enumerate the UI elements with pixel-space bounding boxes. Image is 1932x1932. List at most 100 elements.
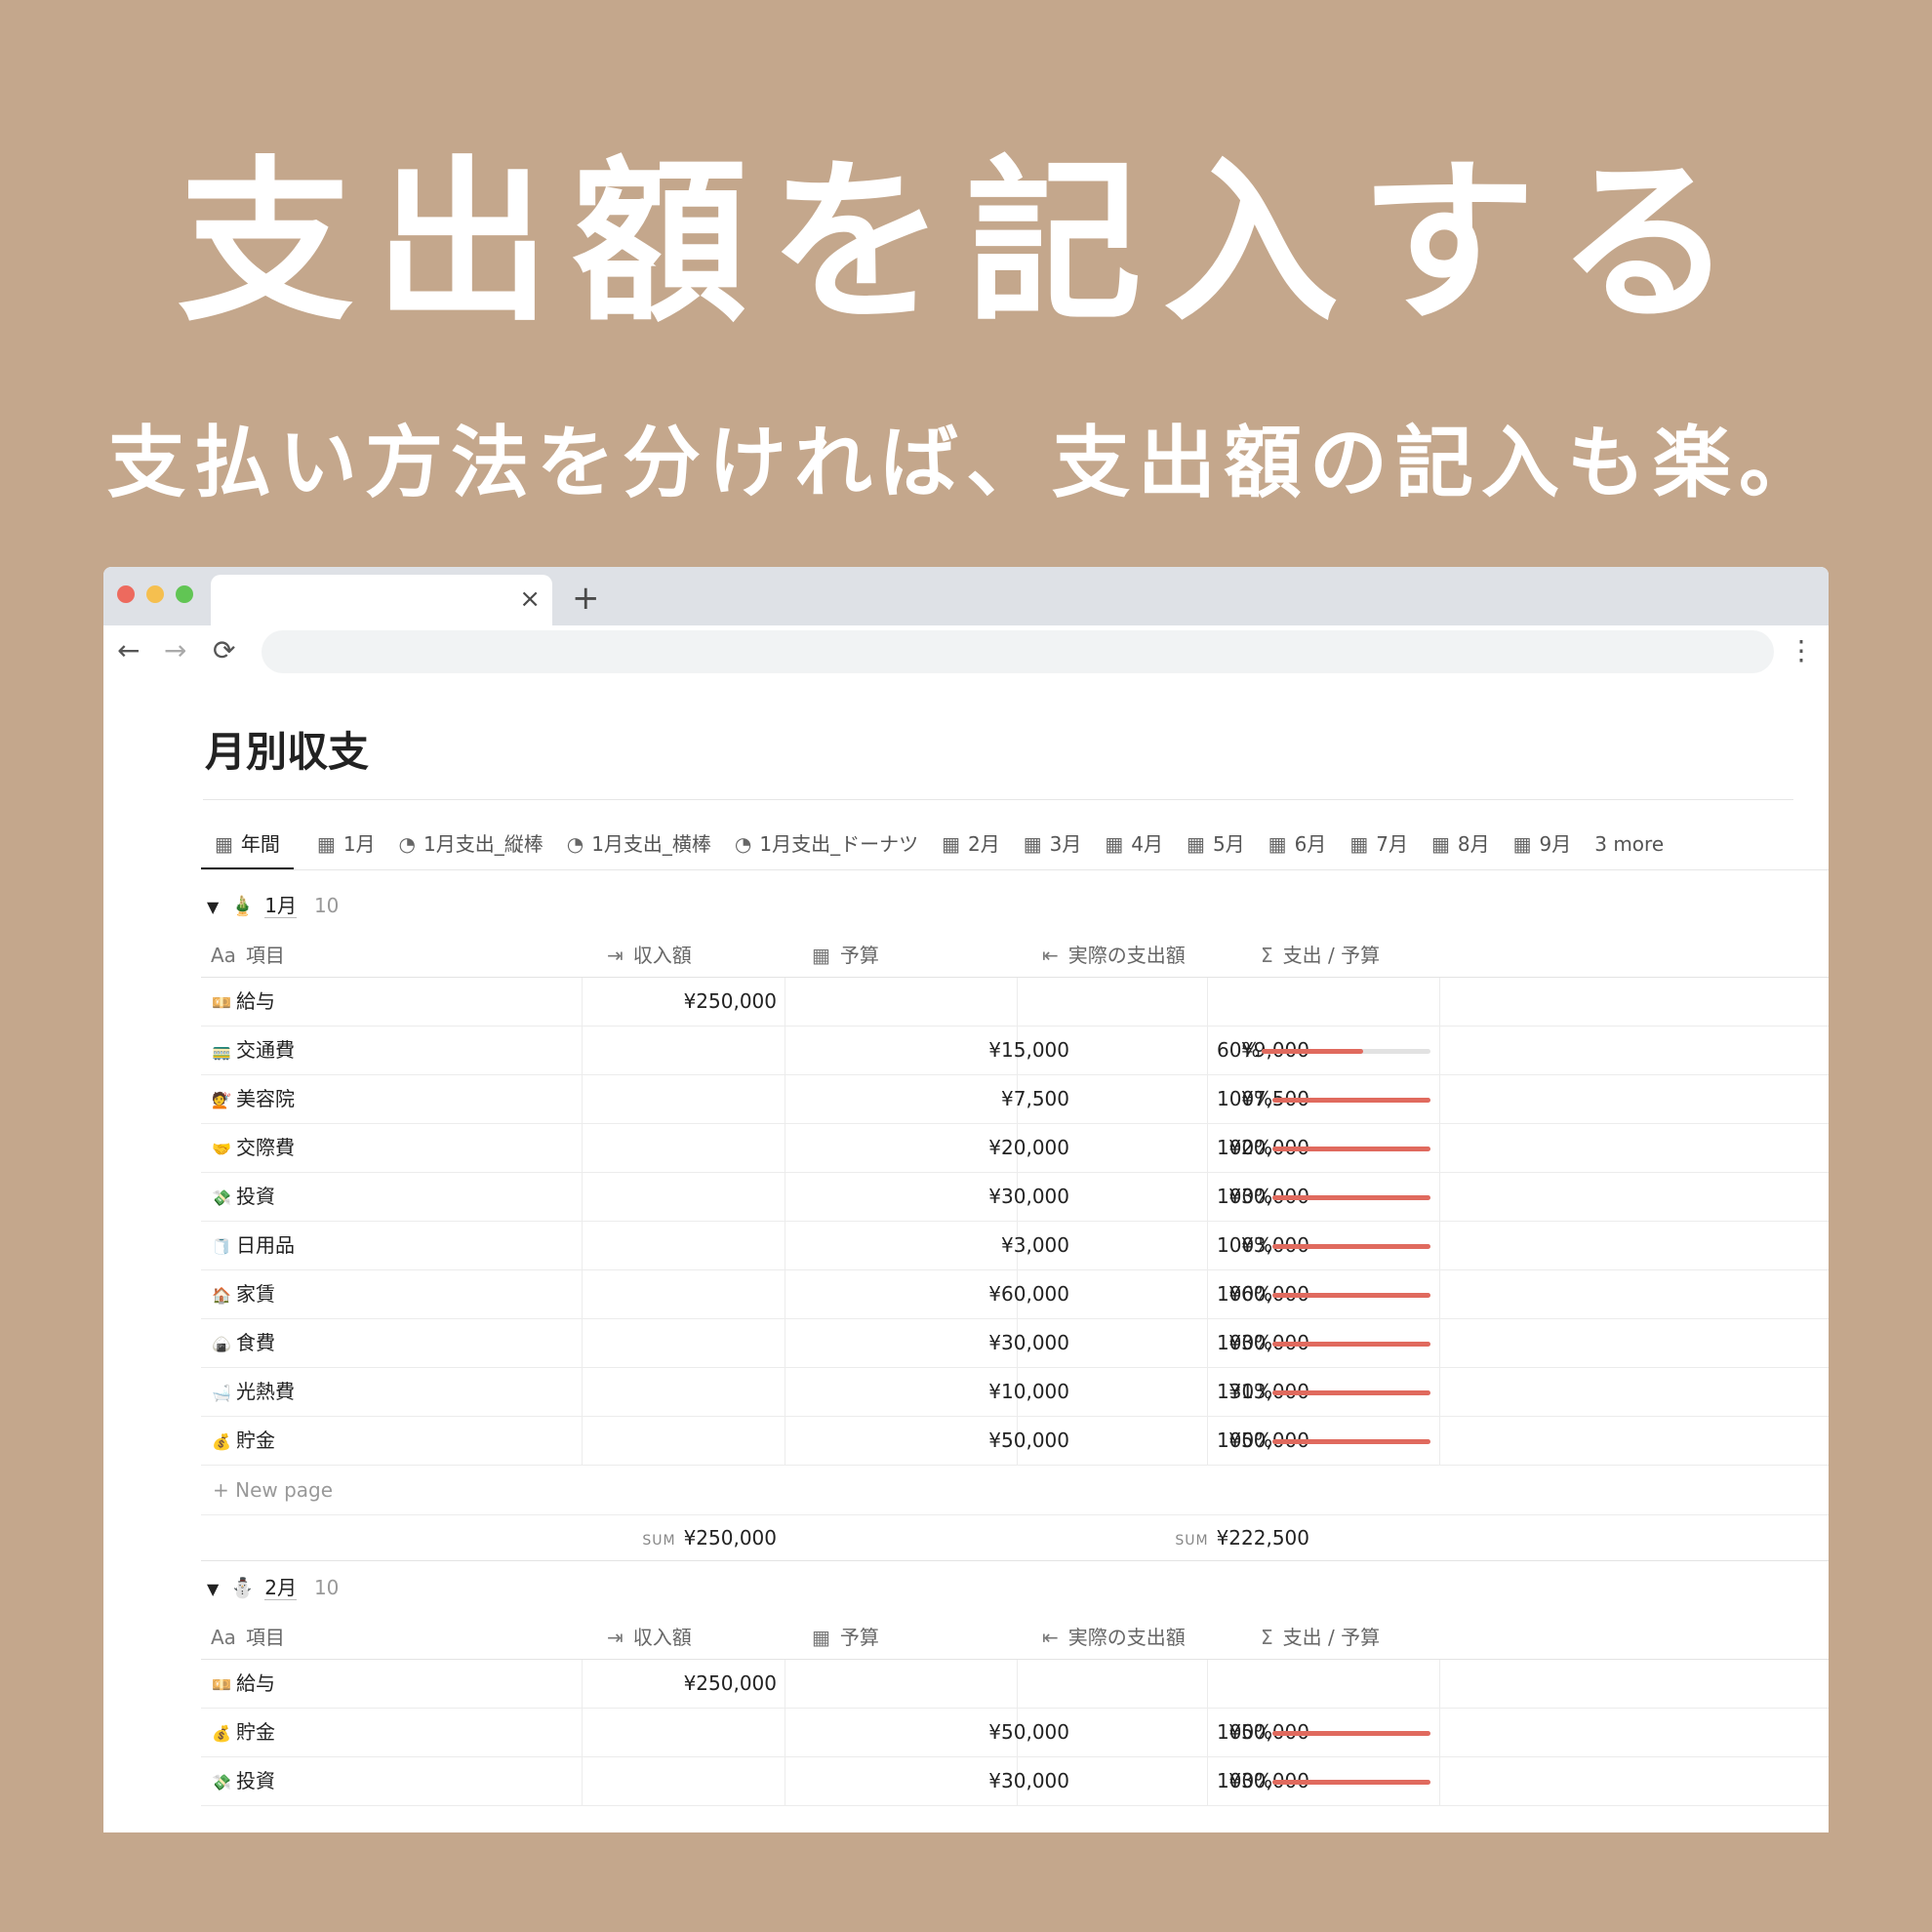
maximize-window-button[interactable] [176,585,193,603]
new-page-button[interactable]: + New page [201,1466,1829,1515]
column-divider [1439,1417,1440,1466]
column-name[interactable]: Aa 項目 [211,934,285,977]
sum-income-value: ¥250,000 [683,1526,777,1550]
column-divider [1207,1319,1208,1368]
group-name[interactable]: 1月 [264,894,297,918]
item-name-cell[interactable]: 💸 投資 [211,1757,275,1805]
budget-cell[interactable]: ¥30,000 [988,1757,1069,1805]
table-row[interactable]: 🛁 光熱費 ¥10,000 ¥13,000 130% [201,1368,1829,1417]
table-row[interactable]: 💸 投資 ¥30,000 ¥30,000 100% [201,1173,1829,1222]
view-tab-10[interactable]: ▦ 7月 [1349,823,1408,867]
forward-arrow-icon[interactable]: → [164,631,186,670]
more-menu-icon[interactable]: ⋮ [1788,631,1815,670]
new-tab-button[interactable]: + [572,579,600,618]
ratio-progress-bar [1272,1098,1430,1103]
view-tab-1[interactable]: ▦ 1月 [317,823,376,867]
view-tab-0[interactable]: ▦ 年間 [201,823,294,870]
view-tab-3[interactable]: ◔ 1月支出_横棒 [567,823,711,867]
item-name-cell[interactable]: 💇 美容院 [211,1075,295,1123]
column-ratio[interactable]: Σ 支出 / 予算 [1261,1616,1380,1659]
browser-tab[interactable]: × [211,575,552,625]
table-row[interactable]: 💰 貯金 ¥50,000 ¥50,000 100% [201,1709,1829,1757]
group-header[interactable]: ▼ 🎍 1月 10 [207,891,339,922]
item-name-cell[interactable]: 🏠 家賃 [211,1270,275,1318]
expense-property-icon: ⇤ [1042,1626,1059,1649]
item-name-cell[interactable]: 💴 給与 [211,978,275,1026]
column-budget[interactable]: ▦ 予算 [812,934,879,977]
budget-cell[interactable]: ¥50,000 [988,1709,1069,1756]
budget-cell[interactable]: ¥50,000 [988,1417,1069,1465]
more-views-button[interactable]: 3 more [1594,823,1664,867]
item-name-cell[interactable]: 💸 投資 [211,1173,275,1221]
view-tab-5[interactable]: ▦ 2月 [942,823,1000,867]
item-name-cell[interactable]: 💰 貯金 [211,1709,275,1756]
table-row[interactable]: 🏠 家賃 ¥60,000 ¥60,000 100% [201,1270,1829,1319]
item-name-cell[interactable]: 🚃 交通費 [211,1026,295,1074]
item-name-cell[interactable]: 🤝 交際費 [211,1124,295,1172]
budget-cell[interactable]: ¥60,000 [988,1270,1069,1318]
view-tab-7[interactable]: ▦ 4月 [1105,823,1163,867]
item-name-cell[interactable]: 🧻 日用品 [211,1222,295,1269]
view-tab-11[interactable]: ▦ 8月 [1431,823,1490,867]
table-row[interactable]: 💰 貯金 ¥50,000 ¥50,000 100% [201,1417,1829,1466]
column-actual[interactable]: ⇤ 実際の支出額 [1042,934,1186,977]
column-name[interactable]: Aa 項目 [211,1616,285,1659]
item-name: 光熱費 [236,1380,295,1403]
column-label: 項目 [245,944,285,967]
budget-cell[interactable]: ¥20,000 [988,1124,1069,1172]
budget-cell[interactable]: ¥7,500 [1001,1075,1069,1123]
table-row[interactable]: 🤝 交際費 ¥20,000 ¥20,000 100% [201,1124,1829,1173]
column-divider [582,1319,583,1368]
table-row[interactable]: 💸 投資 ¥30,000 ¥30,000 100% [201,1757,1829,1806]
group-header[interactable]: ▼ ⛄ 2月 10 [207,1573,339,1604]
item-name-cell[interactable]: 🛁 光熱費 [211,1368,295,1416]
table-row[interactable]: 🍙 食費 ¥30,000 ¥30,000 100% [201,1319,1829,1368]
table-row[interactable]: 💴 給与 ¥250,000 [201,1660,1829,1709]
column-divider [1439,978,1440,1026]
sum-income-cell[interactable]: SUM ¥250,000 [642,1515,777,1563]
budget-cell[interactable]: ¥15,000 [988,1026,1069,1074]
table-view-icon: ▦ [1430,832,1450,856]
budget-cell[interactable]: ¥30,000 [988,1319,1069,1367]
budget-cell[interactable]: ¥30,000 [988,1173,1069,1221]
income-cell[interactable]: ¥250,000 [684,978,777,1026]
sum-actual-cell[interactable]: SUM ¥222,500 [1175,1515,1309,1563]
ratio-progress-bar [1272,1147,1430,1151]
column-actual[interactable]: ⇤ 実際の支出額 [1042,1616,1186,1659]
close-window-button[interactable] [117,585,135,603]
table-row[interactable]: 🚃交通費¥15,000¥9,00060% [201,1026,1829,1075]
view-tab-2[interactable]: ◔ 1月支出_縦棒 [399,823,543,867]
back-arrow-icon[interactable]: ← [117,631,140,670]
column-income[interactable]: ⇥ 収入額 [607,1616,692,1659]
item-name-cell[interactable]: 💰 貯金 [211,1417,275,1465]
address-bar[interactable] [262,630,1774,673]
view-tab-6[interactable]: ▦ 3月 [1024,823,1082,867]
ratio-progress-bar [1272,1195,1430,1200]
item-name: 美容院 [236,1087,295,1110]
item-name-cell[interactable]: 🍙 食費 [211,1319,275,1367]
ratio-progress-bar [1272,1244,1430,1249]
item-name-cell[interactable]: 💴 給与 [211,1660,275,1708]
reload-icon[interactable]: ⟳ [213,631,235,670]
collapse-triangle-icon[interactable]: ▼ [207,1580,219,1598]
column-ratio[interactable]: Σ 支出 / 予算 [1261,934,1380,977]
view-tab-8[interactable]: ▦ 5月 [1187,823,1245,867]
ratio-text: 100% [1217,1331,1273,1354]
table-row[interactable]: 💇美容院¥7,500¥7,500100% [201,1075,1829,1124]
budget-cell[interactable]: ¥10,000 [988,1368,1069,1416]
view-tab-4[interactable]: ◔ 1月支出_ドーナツ [735,823,918,867]
collapse-triangle-icon[interactable]: ▼ [207,898,219,916]
budget-cell[interactable]: ¥3,000 [1001,1222,1069,1269]
table-row[interactable]: 🧻日用品¥3,000¥3,000100% [201,1222,1829,1270]
column-income[interactable]: ⇥ 収入額 [607,934,692,977]
view-tab-12[interactable]: ▦ 9月 [1513,823,1572,867]
close-icon[interactable]: × [519,584,541,614]
item-emoji-icon: 🛁 [212,1384,231,1402]
minimize-window-button[interactable] [146,585,164,603]
view-tab-9[interactable]: ▦ 6月 [1268,823,1327,867]
item-emoji-icon: 💰 [212,1724,231,1743]
group-name[interactable]: 2月 [264,1576,297,1600]
table-row[interactable]: 💴 給与 ¥250,000 [201,978,1829,1026]
column-budget[interactable]: ▦ 予算 [812,1616,879,1659]
income-cell[interactable]: ¥250,000 [684,1660,777,1708]
